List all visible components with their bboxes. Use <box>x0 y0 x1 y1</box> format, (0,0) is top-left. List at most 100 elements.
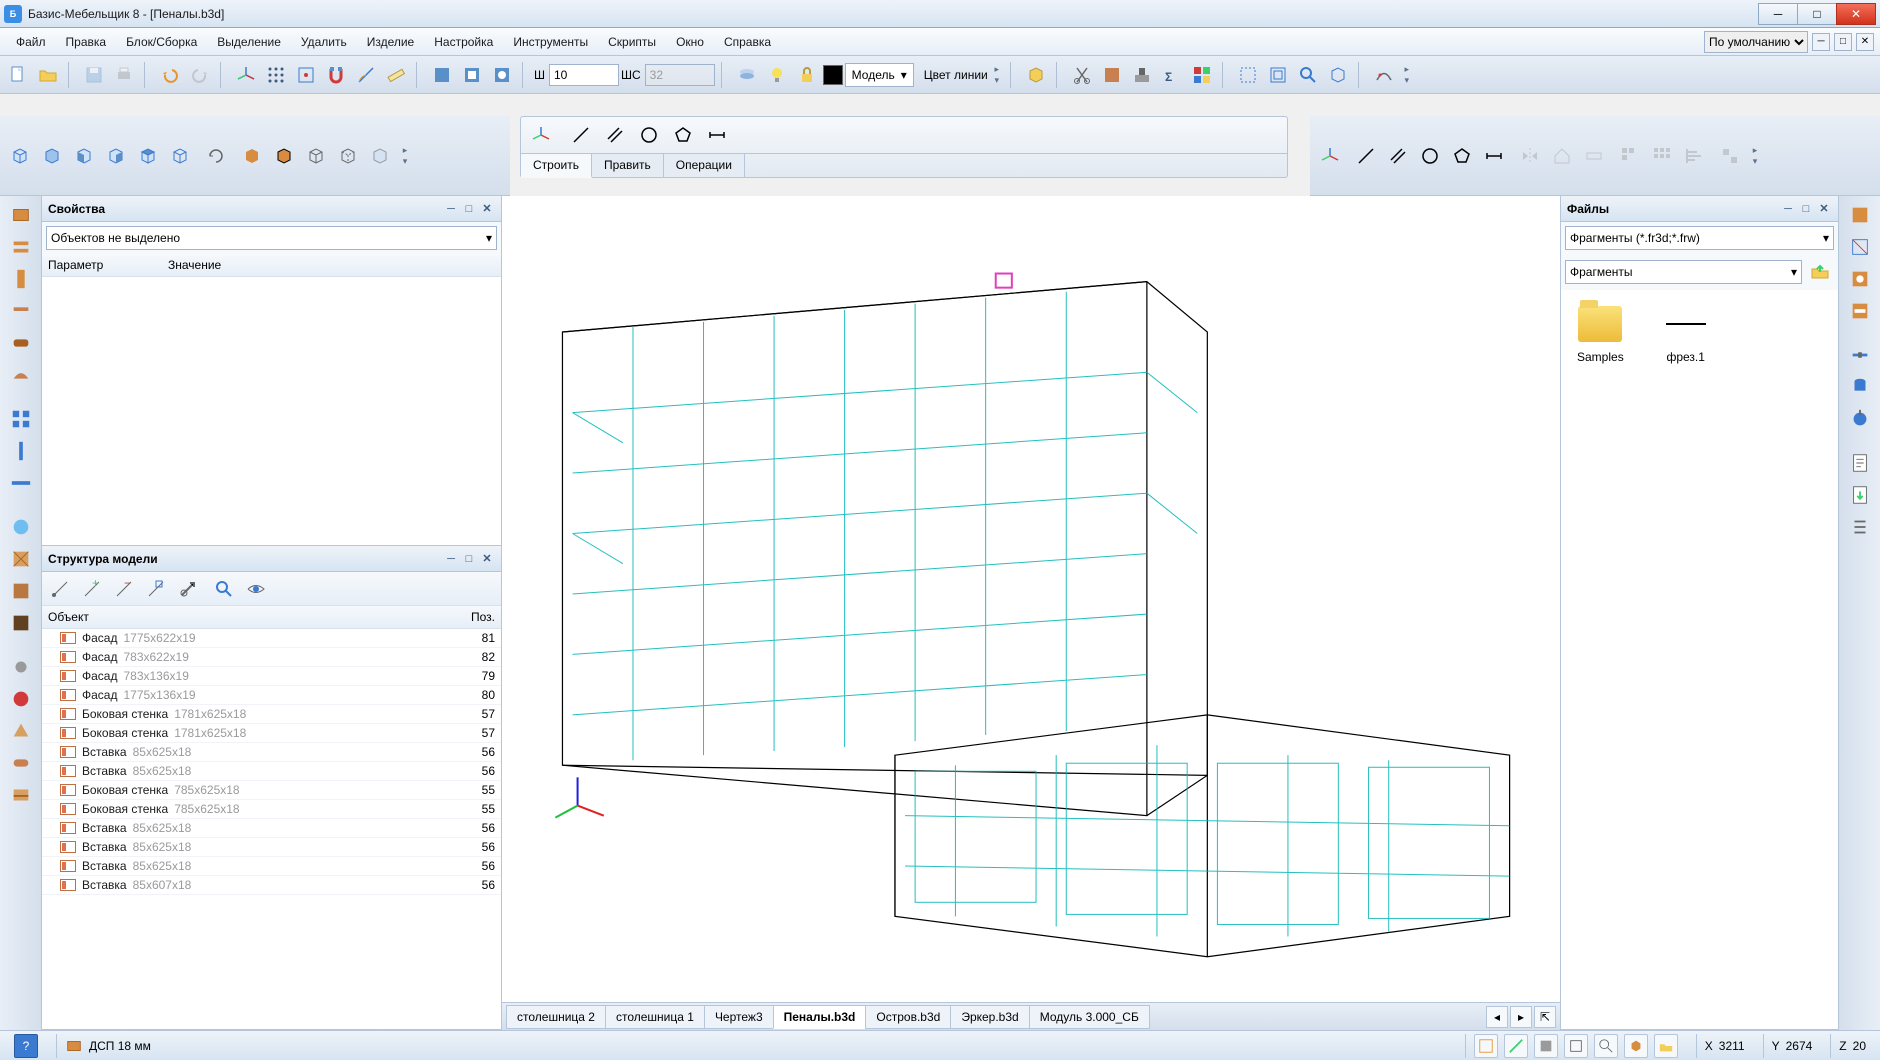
panel-close-icon[interactable]: ✕ <box>1816 201 1832 217</box>
export-button[interactable] <box>1845 480 1875 510</box>
menu-block[interactable]: Блок/Сборка <box>116 31 207 53</box>
file-breadcrumb-combo[interactable]: Фрагменты ▾ <box>1565 260 1802 284</box>
snap-status-7[interactable] <box>1654 1034 1678 1058</box>
stretch-icon[interactable] <box>1580 142 1608 170</box>
snap-status-1[interactable] <box>1474 1034 1498 1058</box>
tree-row[interactable]: Вставка85x625x1856 <box>42 838 501 857</box>
profile-button[interactable] <box>6 264 36 294</box>
align-icon[interactable] <box>1680 142 1708 170</box>
menu-product[interactable]: Изделие <box>357 31 425 53</box>
connect-button[interactable] <box>1845 340 1875 370</box>
circle-tool-2[interactable] <box>1416 142 1444 170</box>
view-3d-button[interactable] <box>1324 61 1352 89</box>
curve-tool-button[interactable] <box>1370 61 1398 89</box>
model-dropdown[interactable]: Модель ▾ <box>845 63 914 87</box>
parallel-tool-button[interactable] <box>601 121 629 149</box>
palette-button[interactable] <box>1188 61 1216 89</box>
panel-button[interactable] <box>6 200 36 230</box>
folder-up-button[interactable] <box>1806 258 1834 286</box>
dimension-tool-2[interactable] <box>1480 142 1508 170</box>
open-button[interactable] <box>34 61 62 89</box>
doc-tab[interactable]: Пеналы.b3d <box>773 1005 867 1029</box>
panel-r-button[interactable] <box>1845 200 1875 230</box>
close-button[interactable]: ✕ <box>1836 3 1876 25</box>
menu-edit[interactable]: Правка <box>56 31 117 53</box>
tree-row[interactable]: Вставка85x607x1856 <box>42 876 501 895</box>
snap-status-2[interactable] <box>1504 1034 1528 1058</box>
sphere-button[interactable] <box>6 684 36 714</box>
view-back-button[interactable] <box>38 142 66 170</box>
panel-restore-icon[interactable]: □ <box>1798 201 1814 217</box>
line-tool-2[interactable] <box>1352 142 1380 170</box>
polygon-tool-2[interactable] <box>1448 142 1476 170</box>
snap-button[interactable] <box>292 61 320 89</box>
hidden-line-button[interactable] <box>334 142 362 170</box>
mirror-h-icon[interactable] <box>1516 142 1544 170</box>
panel-restore-icon[interactable]: □ <box>461 551 477 567</box>
remove-node-icon[interactable]: − <box>110 575 138 603</box>
file-filter-combo[interactable]: Фрагменты (*.fr3d;*.frw) ▾ <box>1565 226 1834 250</box>
lock-button[interactable] <box>793 61 821 89</box>
view-left-button[interactable] <box>70 142 98 170</box>
render-button[interactable] <box>6 512 36 542</box>
hardware-button[interactable] <box>6 652 36 682</box>
doc-tab[interactable]: столешница 2 <box>506 1005 606 1029</box>
tab-next-button[interactable]: ▸ <box>1510 1006 1532 1028</box>
menu-help[interactable]: Справка <box>714 31 781 53</box>
zoom-fit-button[interactable] <box>1234 61 1262 89</box>
mdi-restore-button[interactable]: □ <box>1834 33 1852 51</box>
minimize-button[interactable]: ─ <box>1758 3 1798 25</box>
tab-edit[interactable]: Править <box>592 154 664 177</box>
shaded-button[interactable] <box>238 142 266 170</box>
find-icon[interactable] <box>210 575 238 603</box>
panel-minimize-icon[interactable]: ─ <box>443 551 459 567</box>
slot-button[interactable] <box>1845 296 1875 326</box>
polygon-tool-button[interactable] <box>669 121 697 149</box>
tool-c-button[interactable] <box>488 61 516 89</box>
curve-button[interactable] <box>6 360 36 390</box>
tree-row[interactable]: Фасад783x622x1982 <box>42 648 501 667</box>
sigma-button[interactable]: Σ <box>1158 61 1186 89</box>
transparent-button[interactable] <box>366 142 394 170</box>
tree-row[interactable]: Вставка85x625x1856 <box>42 819 501 838</box>
maximize-button[interactable]: □ <box>1797 3 1837 25</box>
hole-button[interactable] <box>1845 264 1875 294</box>
edge-button[interactable] <box>6 296 36 326</box>
print-button[interactable] <box>110 61 138 89</box>
report-button[interactable] <box>1845 448 1875 478</box>
panel-minimize-icon[interactable]: ─ <box>1780 201 1796 217</box>
tools-icon[interactable] <box>174 575 202 603</box>
grid-button[interactable] <box>262 61 290 89</box>
snap-status-5[interactable] <box>1594 1034 1618 1058</box>
tab-ops[interactable]: Операции <box>664 154 745 177</box>
width-input[interactable] <box>549 64 619 86</box>
grid-array-icon[interactable] <box>1648 142 1676 170</box>
shaded-edges-button[interactable] <box>270 142 298 170</box>
tree-row[interactable]: Фасад783x136x1979 <box>42 667 501 686</box>
tree-row[interactable]: Фасад1775x622x1981 <box>42 629 501 648</box>
zoom-button[interactable] <box>1294 61 1322 89</box>
view-front-button[interactable] <box>6 142 34 170</box>
views-overflow[interactable]: ▸▾ <box>398 141 412 171</box>
color-chip[interactable] <box>823 65 843 85</box>
view-iso-button[interactable] <box>166 142 194 170</box>
axis-button[interactable] <box>232 61 260 89</box>
selection-combo[interactable]: Объектов не выделено ▾ <box>46 226 497 250</box>
redo-button[interactable] <box>186 61 214 89</box>
expand-icon[interactable] <box>46 575 74 603</box>
dowel-button[interactable] <box>1845 372 1875 402</box>
tree-row[interactable]: Вставка85x625x1856 <box>42 743 501 762</box>
list-button[interactable] <box>1845 512 1875 542</box>
menu-file[interactable]: Файл <box>6 31 56 53</box>
tree-row[interactable]: Боковая стенка1781x625x1857 <box>42 724 501 743</box>
snap-status-6[interactable] <box>1624 1034 1648 1058</box>
toolbar-overflow[interactable]: ▸▾ <box>990 60 1004 90</box>
menu-delete[interactable]: Удалить <box>291 31 357 53</box>
menu-window[interactable]: Окно <box>666 31 714 53</box>
parallel-tool-2[interactable] <box>1384 142 1412 170</box>
draw-overflow[interactable]: ▸▾ <box>1748 141 1762 171</box>
array-icon[interactable] <box>1616 142 1644 170</box>
snap-status-3[interactable] <box>1534 1034 1558 1058</box>
toolbar-overflow-2[interactable]: ▸▾ <box>1400 60 1414 90</box>
magnet-button[interactable] <box>322 61 350 89</box>
